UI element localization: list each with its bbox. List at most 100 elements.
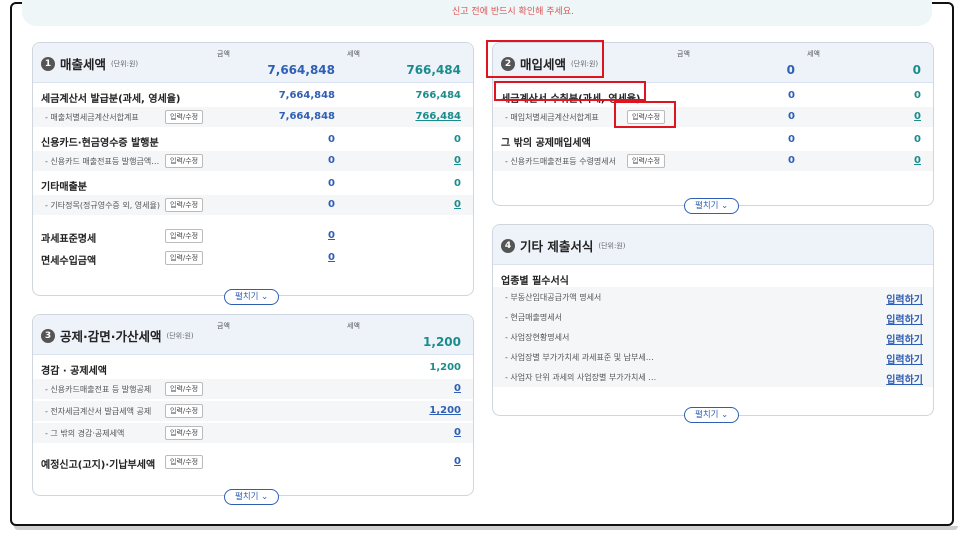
edit-button[interactable]: 입력/수정 xyxy=(165,110,204,124)
sales-row-card-statement: - 신용카드 매출전표등 발행금액… 입력/수정 0 0 xyxy=(33,151,473,171)
sales-row-exempt: 면세수입금액 입력/수정 0 xyxy=(33,247,473,269)
input-link[interactable]: 입력하기 xyxy=(886,331,923,346)
row-amount-link[interactable]: 0 xyxy=(328,252,335,263)
sales-tax-title-text: 매출세액 xyxy=(60,57,107,72)
deduction-card: 3 공제·감면·가산세액 (단위:원) 금액 세액 1,200 경감 · 공제세… xyxy=(32,314,474,505)
deduction-title-text: 공제·감면·가산세액 xyxy=(60,329,162,344)
row-amount: 7,664,848 xyxy=(278,90,335,101)
input-link[interactable]: 입력하기 xyxy=(886,311,923,326)
sales-row-card-receipt: 신용카드·현금영수증 발행분 0 0 xyxy=(33,129,473,151)
row-amount: 7,664,848 xyxy=(278,111,335,122)
deduction-row-prepaid: 예정신고(고지)·기납부세액 입력/수정 0 xyxy=(33,451,473,473)
edit-button[interactable]: 입력/수정 xyxy=(165,382,204,396)
deduction-header: 3 공제·감면·가산세액 (단위:원) 금액 세액 1,200 xyxy=(33,315,473,355)
row-label: - 전자세금계산서 발급세액 공제 xyxy=(45,407,152,416)
other-form-item: - 사업자 단위 과세의 사업장별 부가가치세 … 입력하기 xyxy=(493,367,933,387)
expand-button[interactable]: 펼치기 ⌄ xyxy=(684,198,740,214)
row-label: - 신용카드 매출전표등 발행금액… xyxy=(45,157,160,166)
row-tax-link[interactable]: 0 xyxy=(454,155,461,166)
deduction-row-einvoice-credit: - 전자세금계산서 발급세액 공제 입력/수정 1,200 xyxy=(33,401,473,421)
edit-button[interactable]: 입력/수정 xyxy=(165,229,204,243)
tax-column-label: 세액 xyxy=(347,322,360,330)
row-label: - 현금매출명세서 xyxy=(505,313,562,322)
deduction-title: 3 공제·감면·가산세액 (단위:원) xyxy=(41,326,194,345)
row-tax-link[interactable]: 766,484 xyxy=(415,111,461,122)
expand-button[interactable]: 펼치기 ⌄ xyxy=(684,407,740,423)
tax-column-label: 세액 xyxy=(807,50,820,58)
edit-button[interactable]: 입력/수정 xyxy=(165,455,204,469)
section-number-badge: 3 xyxy=(41,328,55,343)
input-link[interactable]: 입력하기 xyxy=(886,291,923,306)
edit-button[interactable]: 입력/수정 xyxy=(165,251,204,265)
deduction-tax-total: 1,200 xyxy=(423,335,461,349)
row-label: 경감 · 공제세액 xyxy=(41,366,107,377)
amount-column-label: 금액 xyxy=(677,50,690,58)
row-label: 기타매출분 xyxy=(41,182,87,193)
purchase-tax-title-text: 매입세액 xyxy=(520,57,567,72)
row-label: - 그 밖의 경감·공제세액 xyxy=(45,429,125,438)
row-label: 세금계산서 수취분(과세, 영세율) xyxy=(501,94,641,105)
row-tax-link[interactable]: 0 xyxy=(914,155,921,166)
sales-row-other-items: - 기타정목(정규영수증 외, 영세율) 입력/수정 0 0 xyxy=(33,195,473,215)
other-forms-title-text: 기타 제출서식 xyxy=(520,239,594,254)
row-amount: 0 xyxy=(788,111,795,122)
sales-tax-total: 766,484 xyxy=(406,63,461,77)
edit-button[interactable]: 입력/수정 xyxy=(627,110,666,124)
edit-button[interactable]: 입력/수정 xyxy=(165,404,204,418)
row-label: 신용카드·현금영수증 발행분 xyxy=(41,138,159,149)
purchase-tax-header: 2 매입세액 (단위:원) 금액 세액 0 0 xyxy=(493,43,933,83)
other-form-item: - 사업장현황명세서 입력하기 xyxy=(493,327,933,347)
row-tax-link[interactable]: 0 xyxy=(454,427,461,438)
deduction-row-other-credit: - 그 밖의 경감·공제세액 입력/수정 0 xyxy=(33,423,473,443)
row-label: - 매출처별세금계산서합계표 xyxy=(45,113,139,122)
edit-button[interactable]: 입력/수정 xyxy=(165,154,204,168)
input-link[interactable]: 입력하기 xyxy=(886,371,923,386)
unit-label: (단위:원) xyxy=(111,59,139,68)
purchase-row-invoice-summary: - 매입처별세금계산서합계표 입력/수정 0 0 xyxy=(493,107,933,127)
notice-text: 신고 전에 반드시 확인해 주세요. xyxy=(452,7,574,17)
purchase-tax-card: 2 매입세액 (단위:원) 금액 세액 0 0 세금계산서 수취분(과세, 영세… xyxy=(492,42,934,214)
unit-label: (단위:원) xyxy=(166,331,194,340)
unit-label: (단위:원) xyxy=(571,59,599,68)
row-tax: 0 xyxy=(914,90,921,101)
row-label: - 신용카드매출전표등 수령명세서 xyxy=(505,157,617,166)
row-amount: 0 xyxy=(328,155,335,166)
row-tax-link[interactable]: 0 xyxy=(454,199,461,210)
row-label: - 사업장별 부가가치세 과세표준 및 납부세… xyxy=(505,353,654,362)
notice-banner: 신고 전에 반드시 확인해 주세요. xyxy=(22,0,932,26)
row-label: 예정신고(고지)·기납부세액 xyxy=(41,460,156,471)
section-number-badge: 2 xyxy=(501,56,515,71)
other-forms-header: 4 기타 제출서식 (단위:원) xyxy=(493,225,933,265)
other-form-item: - 부동산임대공급가액 명세서 입력하기 xyxy=(493,287,933,307)
other-form-item: - 사업장별 부가가치세 과세표준 및 납부세… 입력하기 xyxy=(493,347,933,367)
other-forms-section: 업종별 필수서식 xyxy=(493,267,933,289)
other-forms-title: 4 기타 제출서식 (단위:원) xyxy=(501,236,626,255)
row-tax-link[interactable]: 0 xyxy=(454,456,461,467)
purchase-row-card-received: - 신용카드매출전표등 수령명세서 입력/수정 0 0 xyxy=(493,151,933,171)
expand-button[interactable]: 펼치기 ⌄ xyxy=(224,489,280,505)
input-link[interactable]: 입력하기 xyxy=(886,351,923,366)
row-label: - 신용카드매출전표 등 발행공제 xyxy=(45,385,152,394)
row-tax-link[interactable]: 0 xyxy=(914,111,921,122)
edit-button[interactable]: 입력/수정 xyxy=(165,426,204,440)
section-label: 업종별 필수서식 xyxy=(501,276,569,287)
sales-row-tax-base: 과세표준명세 입력/수정 0 xyxy=(33,225,473,247)
row-amount: 0 xyxy=(788,155,795,166)
sales-row-invoice-summary: - 매출처별세금계산서합계표 입력/수정 7,664,848 766,484 xyxy=(33,107,473,127)
row-label: 세금계산서 발급분(과세, 영세율) xyxy=(41,94,181,105)
row-amount-link[interactable]: 0 xyxy=(328,230,335,241)
edit-button[interactable]: 입력/수정 xyxy=(627,154,666,168)
tax-column-label: 세액 xyxy=(347,50,360,58)
row-tax-link[interactable]: 1,200 xyxy=(429,405,461,416)
sales-tax-title: 1 매출세액 (단위:원) xyxy=(41,54,138,73)
purchase-amount-total: 0 xyxy=(786,63,795,77)
section-number-badge: 1 xyxy=(41,56,55,71)
row-label: 면세수입금액 xyxy=(41,256,97,267)
expand-button[interactable]: 펼치기 ⌄ xyxy=(224,289,280,305)
row-tax-link[interactable]: 0 xyxy=(454,383,461,394)
edit-button[interactable]: 입력/수정 xyxy=(165,198,204,212)
row-label: - 기타정목(정규영수증 외, 영세율) xyxy=(45,201,160,210)
row-label: 그 밖의 공제매입세액 xyxy=(501,138,591,149)
row-amount: 0 xyxy=(328,199,335,210)
row-amount: 0 xyxy=(328,178,335,189)
